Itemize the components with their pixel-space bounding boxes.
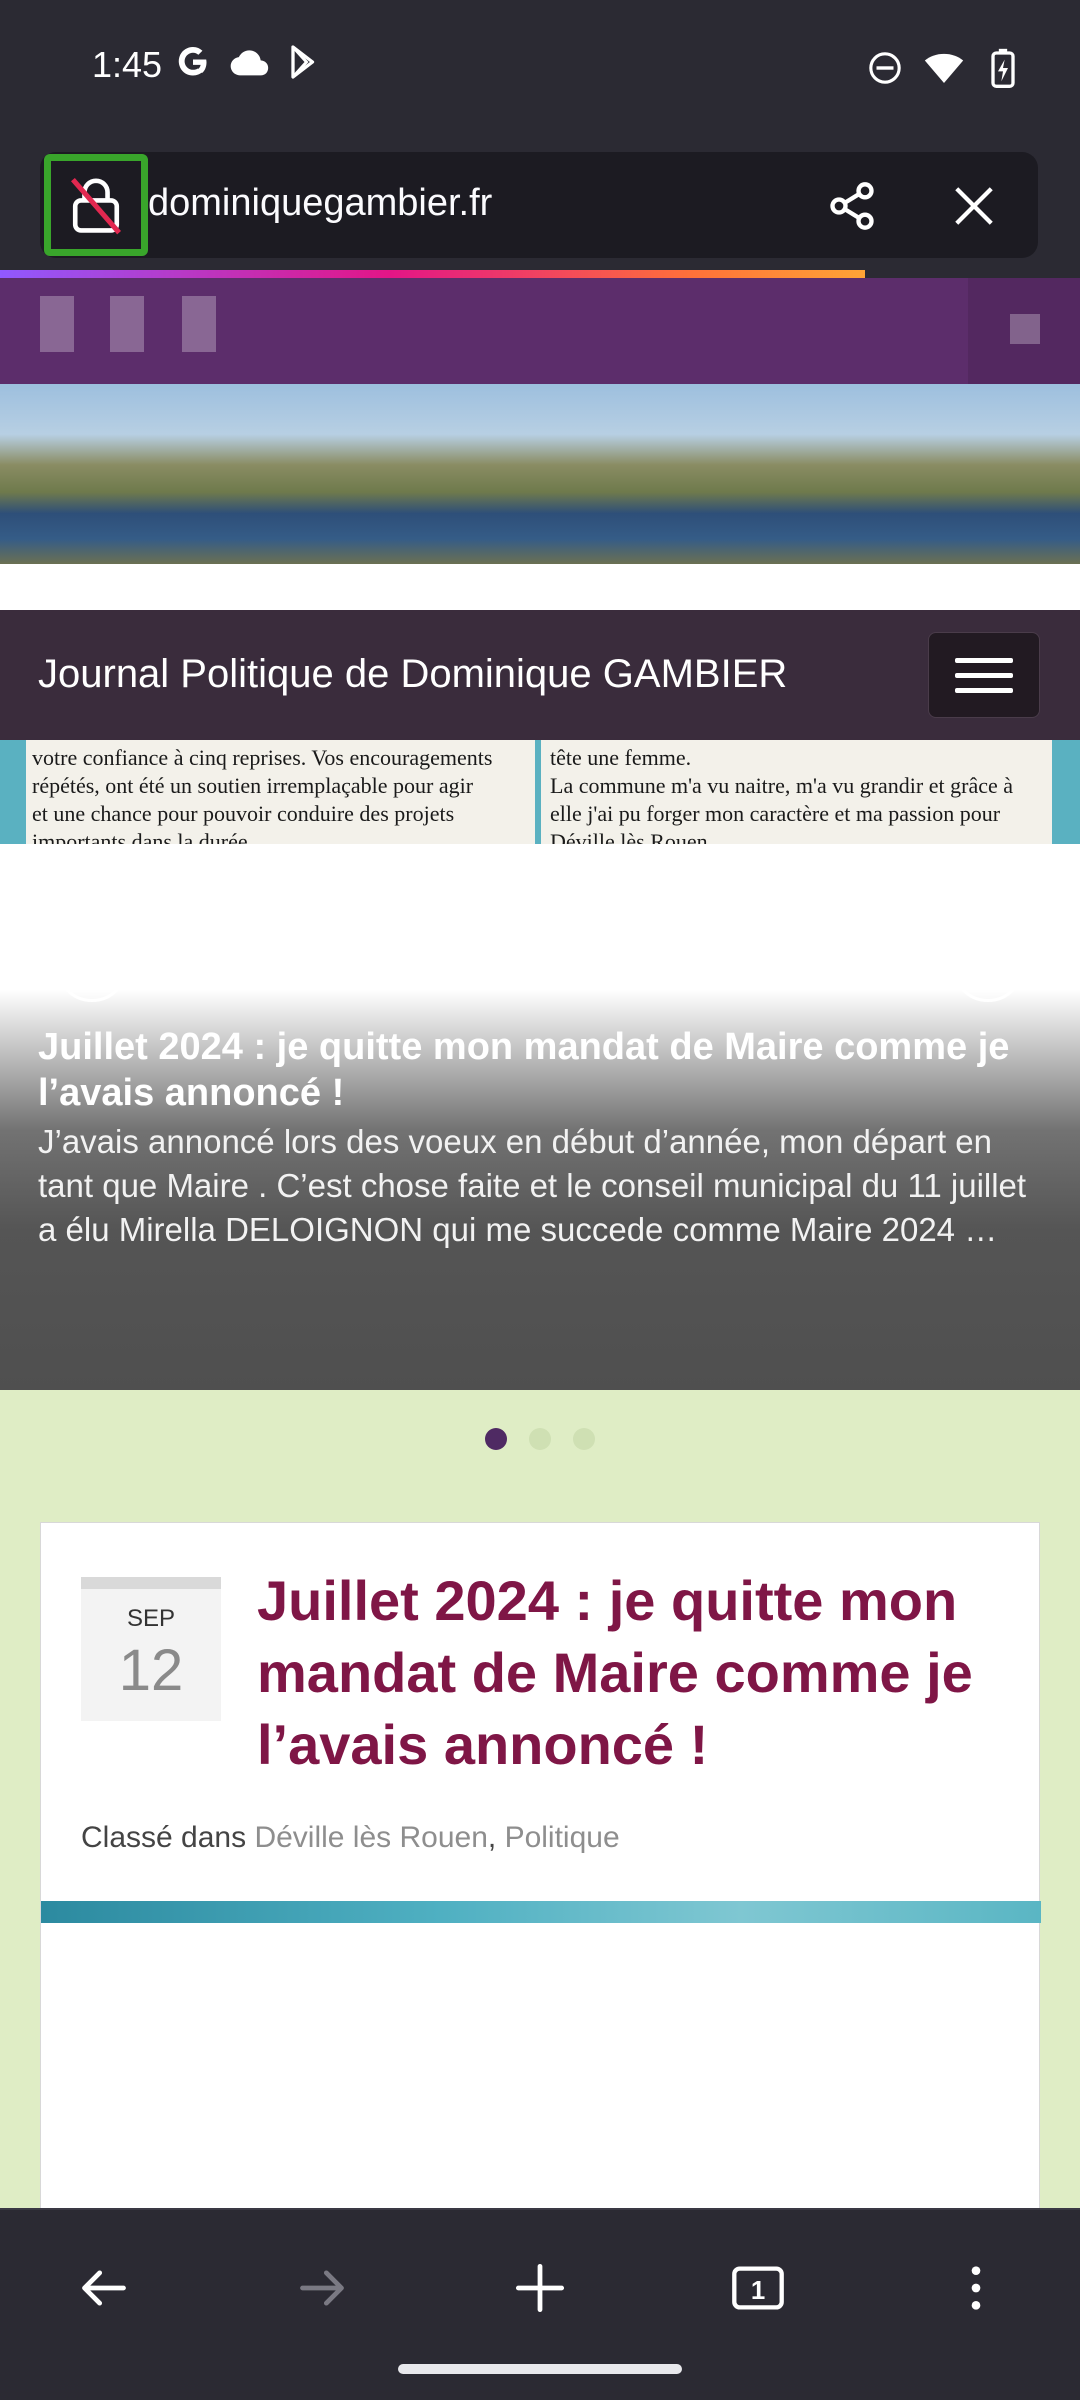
next-arrow-icon bbox=[971, 949, 1005, 983]
header-spacer bbox=[0, 564, 1080, 610]
featured-slider[interactable]: votre confiance à cinq reprises. Vos enc… bbox=[0, 740, 1080, 1390]
site-title[interactable]: Journal Politique de Dominique GAMBIER bbox=[38, 652, 787, 697]
post-title[interactable]: Juillet 2024 : je quitte mon mandat de M… bbox=[257, 1565, 1017, 1781]
clipping-left-column: votre confiance à cinq reprises. Vos enc… bbox=[32, 744, 492, 844]
gesture-bar[interactable] bbox=[398, 2364, 682, 2374]
slider-dot[interactable] bbox=[573, 1428, 595, 1450]
close-button[interactable] bbox=[942, 174, 1006, 238]
insecure-lock-icon bbox=[71, 177, 121, 235]
slide-title[interactable]: Juillet 2024 : je quitte mon mandat de M… bbox=[38, 1024, 1038, 1116]
prev-arrow-icon bbox=[75, 949, 109, 983]
post-date-month: SEP bbox=[126, 1605, 176, 1632]
slider-dot[interactable] bbox=[485, 1428, 507, 1450]
new-tab-icon bbox=[515, 2263, 565, 2313]
more-menu-button[interactable] bbox=[936, 2248, 1016, 2328]
post-featured-image[interactable] bbox=[41, 1901, 1041, 1923]
category-link[interactable]: Déville lès Rouen bbox=[254, 1821, 487, 1854]
post-categories: Classé dans Déville lès Rouen, Politique bbox=[81, 1821, 620, 1855]
hamburger-icon-bar bbox=[955, 687, 1013, 693]
nav-placeholder-icon[interactable] bbox=[110, 296, 144, 352]
newspaper-clipping-image: votre confiance à cinq reprises. Vos enc… bbox=[0, 740, 1080, 844]
share-icon bbox=[830, 182, 874, 230]
google-icon bbox=[178, 47, 207, 76]
hamburger-icon-bar bbox=[955, 657, 1013, 663]
clipping-divider bbox=[535, 740, 541, 844]
categories-label: Classé dans bbox=[81, 1821, 247, 1854]
clipping-line: La commune m'a vu naitre, m'a vu grandir… bbox=[550, 773, 1014, 798]
wifi-icon bbox=[924, 53, 964, 83]
clipping-line: tête une femme. bbox=[550, 745, 692, 770]
play-store-icon bbox=[291, 45, 315, 79]
battery-charging-icon bbox=[991, 48, 1015, 88]
slider-prev-button[interactable] bbox=[56, 930, 128, 1002]
nav-search-placeholder-icon[interactable] bbox=[1010, 314, 1040, 344]
site-top-nav bbox=[0, 278, 1080, 384]
close-icon bbox=[955, 187, 993, 225]
tabs-button[interactable]: 1 bbox=[718, 2248, 798, 2328]
category-link[interactable]: Politique bbox=[505, 1821, 620, 1854]
site-header: Journal Politique de Dominique GAMBIER bbox=[0, 610, 1080, 740]
back-button[interactable] bbox=[64, 2248, 144, 2328]
url-bar[interactable]: dominiquegambier.fr bbox=[40, 152, 1038, 258]
url-text[interactable]: dominiquegambier.fr bbox=[148, 182, 492, 225]
tab-count: 1 bbox=[751, 2277, 765, 2305]
slider-next-button[interactable] bbox=[952, 930, 1024, 1002]
status-time: 1:45 bbox=[92, 44, 163, 85]
clipping-line: votre confiance à cinq reprises. Vos enc… bbox=[32, 745, 493, 770]
clipping-line: importants dans la durée. bbox=[32, 829, 254, 844]
header-landscape-image bbox=[0, 384, 1080, 564]
tabs-icon: 1 bbox=[732, 2266, 784, 2310]
menu-toggle-button[interactable] bbox=[928, 632, 1040, 718]
clipping-line: Déville lès Rouen bbox=[550, 829, 708, 844]
category-separator: , bbox=[487, 1821, 505, 1854]
slider-dot[interactable] bbox=[529, 1428, 551, 1450]
clipping-line: et une chance pour pouvoir conduire des … bbox=[32, 801, 455, 826]
nav-placeholder-icon[interactable] bbox=[182, 296, 216, 352]
web-content[interactable]: Journal Politique de Dominique GAMBIER v… bbox=[0, 278, 1080, 2208]
nav-placeholder-icon[interactable] bbox=[40, 296, 74, 352]
clipping-border bbox=[0, 740, 26, 844]
forward-icon bbox=[300, 2270, 344, 2306]
clipping-right-column: tête une femme. La commune m'a vu naitre… bbox=[550, 744, 1013, 844]
clipping-line: elle j'ai pu forger mon caractère et ma … bbox=[550, 801, 1001, 826]
new-tab-button[interactable] bbox=[500, 2248, 580, 2328]
slide-caption[interactable]: Juillet 2024 : je quitte mon mandat de M… bbox=[0, 990, 1080, 1390]
forward-button[interactable] bbox=[282, 2248, 362, 2328]
cloud-icon bbox=[230, 50, 269, 76]
share-button[interactable] bbox=[820, 174, 884, 238]
slide-excerpt: J’avais annoncé lors des voeux en début … bbox=[38, 1123, 1027, 1248]
back-icon bbox=[82, 2270, 126, 2306]
slider-pagination bbox=[0, 1428, 1080, 1450]
site-security-button[interactable] bbox=[44, 154, 148, 256]
hamburger-icon-bar bbox=[955, 672, 1013, 678]
post-card: SEP 12 Juillet 2024 : je quitte mon mand… bbox=[40, 1522, 1041, 2208]
clipping-border bbox=[1052, 740, 1080, 844]
post-date: SEP 12 bbox=[81, 1577, 221, 1721]
do-not-disturb-icon bbox=[869, 52, 901, 84]
more-vertical-icon bbox=[971, 2266, 981, 2310]
status-bar: 1:45 bbox=[0, 0, 1080, 140]
post-date-day: 12 bbox=[118, 1638, 184, 1703]
page-load-progress bbox=[0, 270, 865, 278]
clipping-line: répétés, ont été un soutien irremplaçabl… bbox=[32, 773, 474, 798]
